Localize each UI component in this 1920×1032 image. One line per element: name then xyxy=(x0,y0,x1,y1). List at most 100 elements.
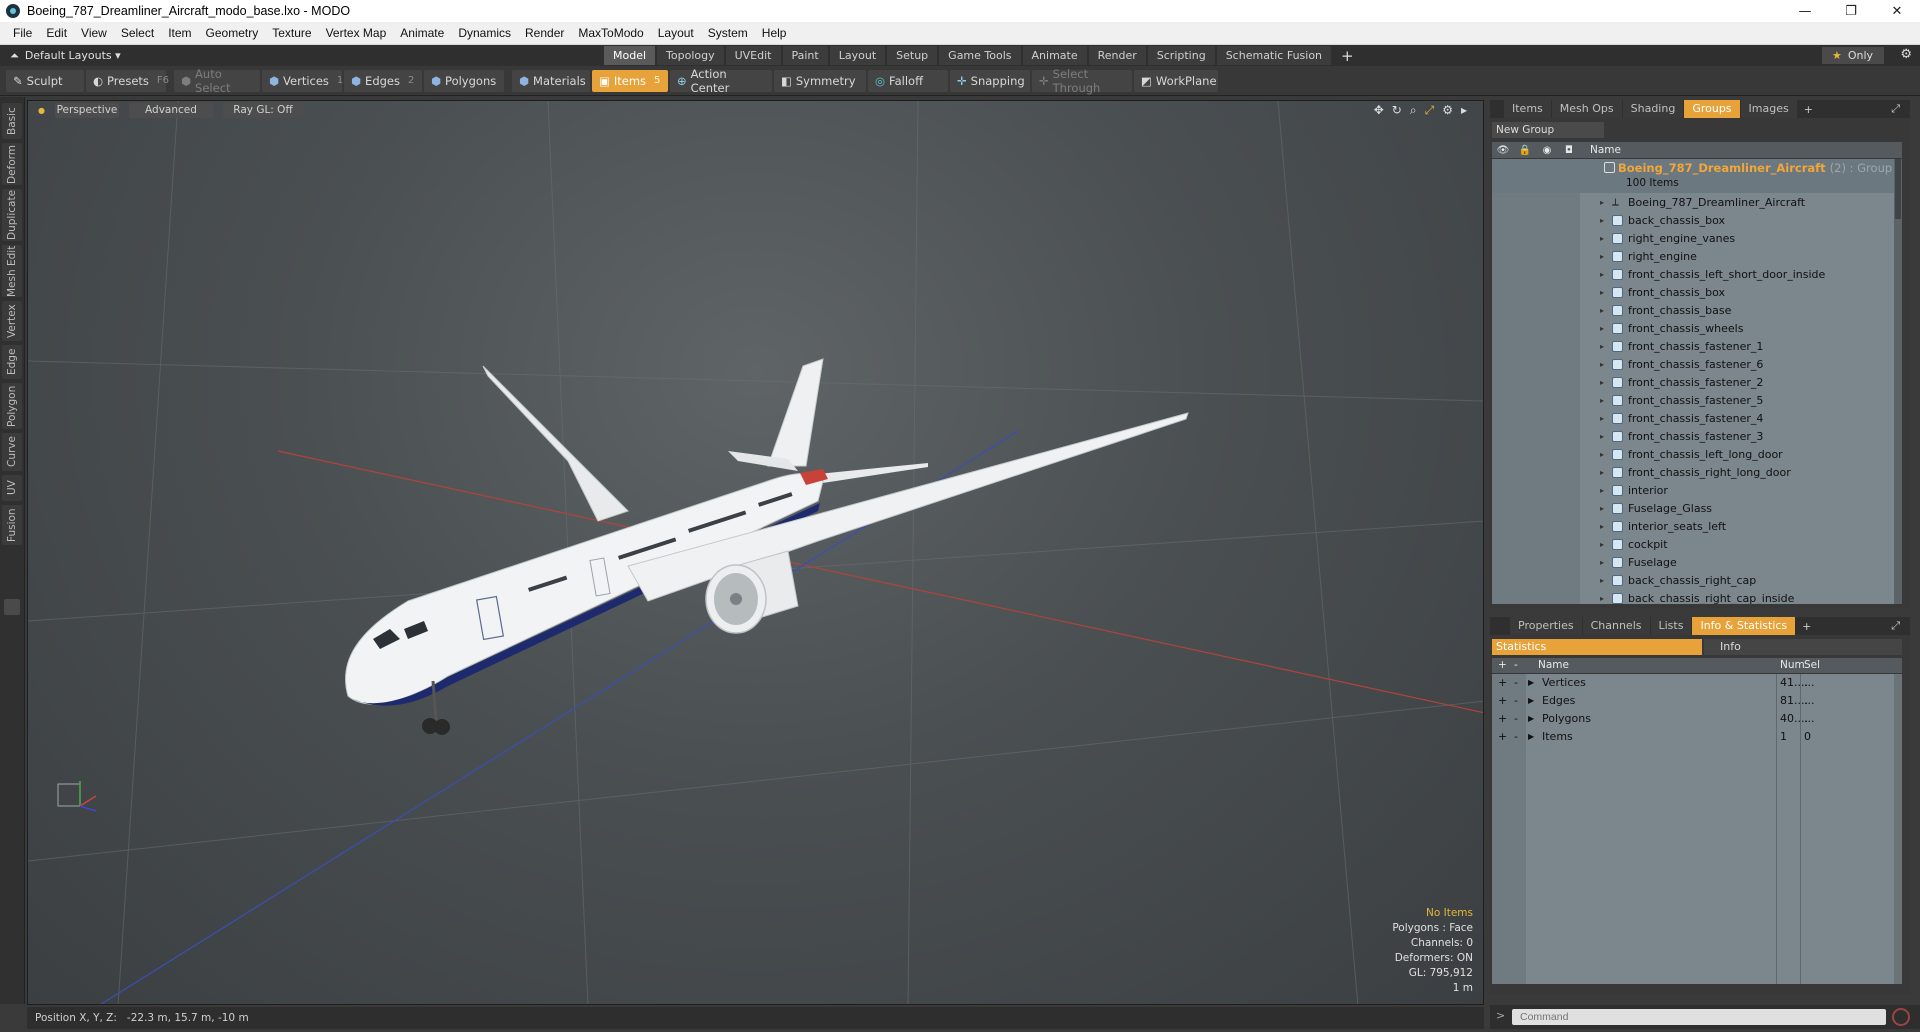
falloff-button[interactable]: ◎ Falloff xyxy=(868,69,948,92)
tab-render[interactable]: Render xyxy=(1088,46,1146,65)
menu-layout[interactable]: Layout xyxy=(651,22,701,45)
materials-button[interactable]: ⬢ Materials xyxy=(512,69,590,92)
expand-arrow-icon[interactable]: ▸ xyxy=(1600,270,1604,279)
symmetry-button[interactable]: ◧ Symmetry xyxy=(774,69,866,92)
menu-edit[interactable]: Edit xyxy=(39,22,74,45)
collapse-row-button[interactable]: - xyxy=(1514,676,1518,689)
close-button[interactable]: ✕ xyxy=(1874,0,1920,22)
expand-arrow-icon[interactable]: ▸ xyxy=(1600,414,1604,423)
perspective-dropdown[interactable]: Perspective xyxy=(54,102,119,118)
vertices-button[interactable]: ⬢ Vertices 1 xyxy=(262,69,343,92)
group-item-row[interactable]: ▸ back_chassis_right_cap_inside xyxy=(1492,589,1902,605)
add-stats-tab-button[interactable]: + xyxy=(1796,620,1817,633)
group-item-row[interactable]: ▸ front_chassis_fastener_1 xyxy=(1492,337,1902,355)
group-item-row[interactable]: ▸ cockpit xyxy=(1492,535,1902,553)
stats-row[interactable]: + - ▶ Edges 81....... xyxy=(1492,692,1902,710)
stats-num-header[interactable]: Num xyxy=(1780,659,1805,671)
fit-icon[interactable]: ⤢ xyxy=(1425,103,1435,118)
zoom-icon[interactable]: ⌕ xyxy=(1410,103,1417,118)
stats-row[interactable]: + - ▶ Vertices 41....... xyxy=(1492,674,1902,692)
expand-arrow-icon[interactable]: ▸ xyxy=(1600,342,1604,351)
vtab-curve[interactable]: Curve xyxy=(2,433,22,471)
tab-scripting[interactable]: Scripting xyxy=(1147,46,1215,65)
vtab-edge[interactable]: Edge xyxy=(2,345,22,379)
only-toggle[interactable]: ★ Only xyxy=(1822,47,1884,64)
expand-arrow-icon[interactable]: ▶ xyxy=(1528,714,1534,723)
settings-icon[interactable]: ⚙ xyxy=(1442,103,1453,118)
group-item-row[interactable]: ▸ front_chassis_left_short_door_inside xyxy=(1492,265,1902,283)
vtab-basic[interactable]: Basic xyxy=(2,103,22,139)
group-item-row[interactable]: ▸ back_chassis_box xyxy=(1492,211,1902,229)
vtab-duplicate[interactable]: Duplicate xyxy=(2,189,22,241)
vtab-fusion[interactable]: Fusion xyxy=(2,505,22,545)
expand-arrow-icon[interactable]: ▶ xyxy=(1528,678,1534,687)
expand-arrow-icon[interactable]: ▸ xyxy=(1600,432,1604,441)
group-item-row[interactable]: ▸ interior xyxy=(1492,481,1902,499)
add-panel-tab-button[interactable]: + xyxy=(1798,103,1819,116)
tab-images[interactable]: Images xyxy=(1740,100,1797,118)
menu-maxtomodo[interactable]: MaxToModo xyxy=(571,22,650,45)
raygl-toggle[interactable]: Ray GL: Off xyxy=(222,102,303,118)
group-item-row[interactable]: ▸ right_engine xyxy=(1492,247,1902,265)
menu-dynamics[interactable]: Dynamics xyxy=(451,22,518,45)
menu-geometry[interactable]: Geometry xyxy=(199,22,266,45)
expand-icon[interactable]: ⤢ xyxy=(1891,102,1900,116)
stats-sel-header[interactable]: Sel xyxy=(1804,659,1820,671)
expand-arrow-icon[interactable]: ▸ xyxy=(1600,234,1604,243)
stats-scrollbar[interactable] xyxy=(1894,674,1902,984)
group-item-row[interactable]: ▸ right_engine_vanes xyxy=(1492,229,1902,247)
groups-scroll-thumb[interactable] xyxy=(1895,159,1901,219)
tab-model[interactable]: Model xyxy=(604,46,656,65)
select-through-button[interactable]: ✛ Select Through xyxy=(1032,67,1132,95)
record-macro-icon[interactable] xyxy=(1892,1008,1910,1026)
expand-arrow-icon[interactable]: ▸ xyxy=(1600,468,1604,477)
edges-button[interactable]: ⬢ Edges 2 xyxy=(344,69,422,92)
group-item-row[interactable]: ▸ front_chassis_box xyxy=(1492,283,1902,301)
collapse-row-button[interactable]: - xyxy=(1514,694,1518,707)
expand-row-button[interactable]: + xyxy=(1498,676,1507,689)
expand-arrow-icon[interactable]: ▸ xyxy=(1600,450,1604,459)
sculpt-button[interactable]: ✎ Sculpt xyxy=(6,69,84,92)
menu-view[interactable]: View xyxy=(74,22,114,45)
group-item-row[interactable]: ▸ back_chassis_right_cap xyxy=(1492,571,1902,589)
name-column-header[interactable]: Name xyxy=(1590,144,1621,156)
menu-animate[interactable]: Animate xyxy=(393,22,451,45)
menu-help[interactable]: Help xyxy=(755,22,794,45)
gear-icon[interactable]: ⚙ xyxy=(1900,47,1912,62)
vtab-deform[interactable]: Deform xyxy=(2,143,22,185)
maximize-button[interactable]: ❐ xyxy=(1828,0,1874,22)
expand-arrow-icon[interactable]: ▸ xyxy=(1600,252,1604,261)
subtab-info[interactable]: Info xyxy=(1704,639,1902,655)
expand-arrow-icon[interactable]: ▸ xyxy=(1600,558,1604,567)
menu-render[interactable]: Render xyxy=(518,22,571,45)
groups-scrollbar[interactable] xyxy=(1894,159,1902,604)
tab-animate[interactable]: Animate xyxy=(1022,46,1087,65)
stats-row[interactable]: + - ▶ Polygons 40....... xyxy=(1492,710,1902,728)
command-input[interactable] xyxy=(1512,1009,1886,1025)
groups-list[interactable]: Boeing_787_Dreamliner_Aircraft (2) : Gro… xyxy=(1492,159,1902,604)
expand-arrow-icon[interactable]: ▸ xyxy=(1600,288,1604,297)
3d-viewport[interactable]: ● Perspective Advanced Ray GL: Off ✥ ↻ ⌕… xyxy=(27,100,1484,1005)
expand-arrow-icon[interactable]: ▶ xyxy=(1528,696,1534,705)
tab-lists[interactable]: Lists xyxy=(1650,617,1692,635)
tab-paint[interactable]: Paint xyxy=(782,46,828,65)
group-item-row[interactable]: ▸ front_chassis_fastener_6 xyxy=(1492,355,1902,373)
expand-arrow-icon[interactable]: ▸ xyxy=(1600,504,1604,513)
group-row[interactable]: Boeing_787_Dreamliner_Aircraft (2) : Gro… xyxy=(1492,159,1902,193)
expand-row-button[interactable]: + xyxy=(1498,712,1507,725)
group-item-row[interactable]: ▸ front_chassis_right_long_door xyxy=(1492,463,1902,481)
render-column-icon[interactable]: ◉ xyxy=(1536,145,1558,156)
more-icon[interactable]: ▸ xyxy=(1461,103,1467,118)
stats-name-header[interactable]: Name xyxy=(1538,659,1569,671)
collapse-all-header[interactable]: - xyxy=(1514,659,1518,671)
group-item-row[interactable]: ▸ front_chassis_wheels xyxy=(1492,319,1902,337)
group-item-row[interactable]: ▸ ⟂ Boeing_787_Dreamliner_Aircraft xyxy=(1492,193,1902,211)
visibility-column-icon[interactable]: 👁 xyxy=(1492,145,1514,156)
tab-uvedit[interactable]: UVEdit xyxy=(725,46,781,65)
stats-row[interactable]: + - ▶ Items 1 0 xyxy=(1492,728,1902,746)
subtab-statistics[interactable]: Statistics xyxy=(1492,639,1702,655)
stats-expand-icon[interactable]: ⤢ xyxy=(1891,619,1900,633)
menu-select[interactable]: Select xyxy=(114,22,161,45)
new-group-button[interactable]: New Group xyxy=(1492,122,1604,138)
expand-arrow-icon[interactable]: ▶ xyxy=(1528,732,1534,741)
